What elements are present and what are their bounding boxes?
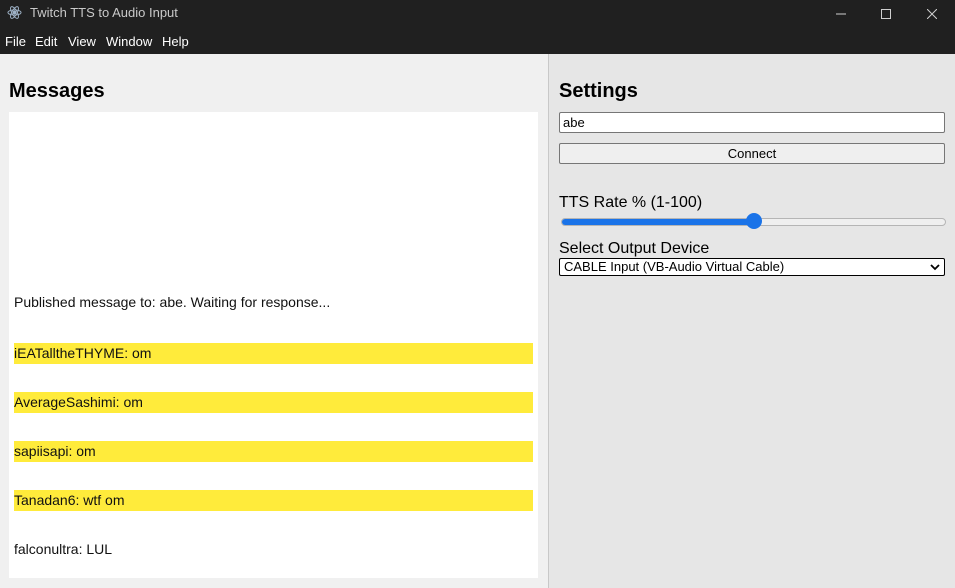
output-device-label: Select Output Device [559,240,710,257]
menu-bar: File Edit View Window Help [0,27,955,54]
minimize-button[interactable] [818,0,864,27]
window-title: Twitch TTS to Audio Input [30,5,178,20]
output-device-select[interactable]: CABLE Input (VB-Audio Virtual Cable) [559,258,945,276]
menu-file[interactable]: File [5,34,26,49]
title-bar: Twitch TTS to Audio Input [0,0,955,27]
messages-panel: Messages Published message to: abe. Wait… [0,54,548,588]
menu-help[interactable]: Help [162,34,189,49]
menu-view[interactable]: View [68,34,96,49]
settings-panel: Settings Connect TTS Rate % (1-100) Sele… [549,54,955,588]
messages-list[interactable]: Published message to: abe. Waiting for r… [9,112,538,578]
output-device-selected: CABLE Input (VB-Audio Virtual Cable) [564,259,785,274]
minimize-icon [836,13,846,14]
close-button[interactable] [909,0,955,27]
messages-heading: Messages [9,80,105,102]
list-item: Published message to: abe. Waiting for r… [14,294,331,310]
chevron-down-icon [930,264,940,271]
electron-app-icon [7,6,22,19]
list-item: AverageSashimi: om [14,392,533,413]
tts-rate-label: TTS Rate % (1-100) [559,194,703,211]
menu-window[interactable]: Window [106,34,152,49]
list-item: iEATalltheTHYME: om [14,343,533,364]
close-icon [927,8,937,19]
slider-thumb[interactable] [745,213,762,229]
maximize-icon [881,8,891,19]
channel-input[interactable] [559,112,945,133]
menu-edit[interactable]: Edit [35,34,57,49]
slider-fill [562,219,755,225]
list-item: Tanadan6: wtf om [14,490,533,511]
maximize-button[interactable] [863,0,909,27]
list-item: falconultra: LUL [14,541,113,557]
connect-button[interactable]: Connect [559,143,945,164]
settings-heading: Settings [559,80,638,102]
list-item: sapiisapi: om [14,441,533,462]
